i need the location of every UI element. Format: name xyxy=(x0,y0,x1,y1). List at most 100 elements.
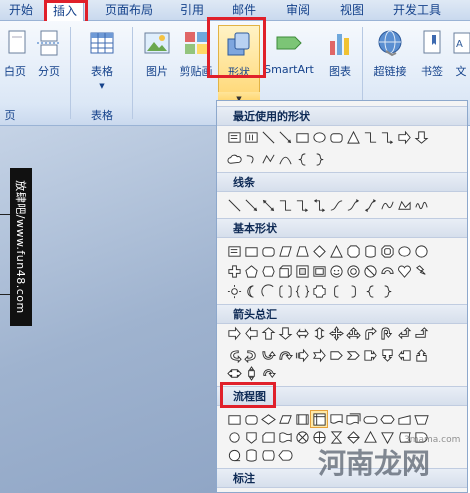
flowchart-process-shape[interactable] xyxy=(226,411,242,427)
curved-right-arrow-shape[interactable] xyxy=(226,347,242,363)
diamond-shape[interactable] xyxy=(311,243,327,259)
curved-connector-shape[interactable] xyxy=(328,197,344,213)
oval-shape[interactable] xyxy=(311,129,327,145)
curved-arrow-shape[interactable] xyxy=(243,151,259,167)
left-arrow-shape[interactable] xyxy=(243,325,259,341)
table-button[interactable]: 表格 ▼ xyxy=(84,29,120,90)
bookmark-button[interactable]: 书签 xyxy=(414,29,450,79)
right-arrow-callout-shape[interactable] xyxy=(362,347,378,363)
u-turn-arrow-shape[interactable] xyxy=(379,325,395,341)
tab-mailings[interactable]: 邮件 xyxy=(226,0,262,20)
lightning-bolt-shape[interactable] xyxy=(413,263,429,279)
flowchart-terminator-shape[interactable] xyxy=(362,411,378,427)
donut-shape[interactable] xyxy=(345,263,361,279)
right-brace-shape[interactable] xyxy=(311,151,327,167)
text-box-shape[interactable] xyxy=(226,129,242,145)
flowchart-sequential-access-storage-shape[interactable] xyxy=(226,447,242,463)
flowchart-magnetic-disk-shape[interactable] xyxy=(243,447,259,463)
arc-shape[interactable] xyxy=(260,283,276,299)
scribble-shape[interactable] xyxy=(413,197,429,213)
down-arrow-callout-shape[interactable] xyxy=(379,347,395,363)
smiley-face-shape[interactable] xyxy=(328,263,344,279)
flowchart-decision-shape[interactable] xyxy=(260,411,276,427)
flowchart-summing-junction-shape[interactable] xyxy=(294,429,310,445)
right-bracket-shape[interactable] xyxy=(345,283,361,299)
tab-page-layout[interactable]: 页面布局 xyxy=(100,0,158,20)
curved-down-arrow-shape[interactable] xyxy=(277,347,293,363)
tab-references[interactable]: 引用 xyxy=(174,0,210,20)
sun-shape[interactable] xyxy=(226,283,242,299)
picture-button[interactable]: 图片 xyxy=(140,29,174,79)
flowchart-document-shape[interactable] xyxy=(328,411,344,427)
right-arrow-shape[interactable] xyxy=(226,325,242,341)
elbow-arrow-connector-shape[interactable] xyxy=(379,129,395,145)
left-arrow-callout-shape[interactable] xyxy=(396,347,412,363)
curved-up-arrow-shape[interactable] xyxy=(260,347,276,363)
arrow-line-shape[interactable] xyxy=(277,129,293,145)
quad-arrow-callout-shape[interactable] xyxy=(243,365,259,381)
tab-review[interactable]: 审阅 xyxy=(280,0,316,20)
left-brace-shape[interactable] xyxy=(294,151,310,167)
double-brace-shape[interactable] xyxy=(294,283,310,299)
bent-up-arrow-shape[interactable] xyxy=(413,325,429,341)
flowchart-punched-tape-shape[interactable] xyxy=(277,429,293,445)
circle-shape[interactable] xyxy=(413,243,429,259)
notched-right-arrow-shape[interactable] xyxy=(311,347,327,363)
circular-arrow-shape[interactable] xyxy=(260,365,276,381)
table-dropdown-arrow[interactable]: ▼ xyxy=(84,82,120,90)
flowchart-predefined-process-shape[interactable] xyxy=(294,411,310,427)
arrow-line-shape[interactable] xyxy=(243,197,259,213)
tab-developer[interactable]: 开发工具 xyxy=(386,0,448,20)
flowchart-direct-access-storage-shape[interactable] xyxy=(260,447,276,463)
shapes-button[interactable]: 形状 xyxy=(218,25,260,95)
left-bracket-shape[interactable] xyxy=(328,283,344,299)
striped-right-arrow-shape[interactable] xyxy=(294,347,310,363)
up-arrow-callout-shape[interactable] xyxy=(413,347,429,363)
frame-shape[interactable] xyxy=(311,263,327,279)
line-shape[interactable] xyxy=(226,197,242,213)
text-box-shape[interactable] xyxy=(226,243,242,259)
tab-insert[interactable]: 插入 xyxy=(46,0,84,22)
octagon-shape[interactable] xyxy=(345,243,361,259)
text-button[interactable]: A 文 xyxy=(452,29,470,79)
flowchart-alternate-process-shape[interactable] xyxy=(243,411,259,427)
left-brace-shape[interactable] xyxy=(362,283,378,299)
bent-arrow-shape[interactable] xyxy=(362,325,378,341)
up-down-arrow-shape[interactable] xyxy=(311,325,327,341)
right-brace-shape[interactable] xyxy=(379,283,395,299)
cloud-shape[interactable] xyxy=(226,151,242,167)
pentagon-arrow-shape[interactable] xyxy=(328,347,344,363)
vertical-text-box-shape[interactable] xyxy=(243,129,259,145)
quad-arrow-shape[interactable] xyxy=(328,325,344,341)
chart-button[interactable]: 图表 xyxy=(322,29,358,79)
freeform-shape[interactable] xyxy=(396,197,412,213)
rounded-rectangle-shape[interactable] xyxy=(260,243,276,259)
curved-arrow-connector-shape[interactable] xyxy=(345,197,361,213)
flowchart-multidocument-shape[interactable] xyxy=(345,411,361,427)
bevel-shape[interactable] xyxy=(294,263,310,279)
elbow-connector-shape[interactable] xyxy=(362,129,378,145)
blank-page-button[interactable]: 白页 xyxy=(0,29,30,79)
arc-shape[interactable] xyxy=(277,151,293,167)
left-right-arrow-shape[interactable] xyxy=(294,325,310,341)
plus-shape[interactable] xyxy=(226,263,242,279)
triangle-shape[interactable] xyxy=(328,243,344,259)
double-arrow-line-shape[interactable] xyxy=(260,197,276,213)
parallelogram-shape[interactable] xyxy=(277,243,293,259)
rectangle-shape[interactable] xyxy=(294,129,310,145)
hexagon-shape[interactable] xyxy=(260,263,276,279)
right-arrow-shape[interactable] xyxy=(396,129,412,145)
flowchart-preparation-shape[interactable] xyxy=(379,411,395,427)
block-arc-shape[interactable] xyxy=(379,263,395,279)
triangle-shape[interactable] xyxy=(345,129,361,145)
flowchart-offpage-connector-shape[interactable] xyxy=(243,429,259,445)
elbow-arrow-connector-shape[interactable] xyxy=(294,197,310,213)
curved-left-arrow-shape[interactable] xyxy=(243,347,259,363)
elbow-double-arrow-connector-shape[interactable] xyxy=(311,197,327,213)
hyperlink-button[interactable]: 超链接 xyxy=(368,29,412,79)
oval-shape[interactable] xyxy=(396,243,412,259)
elbow-connector-shape[interactable] xyxy=(277,197,293,213)
left-up-arrow-shape[interactable] xyxy=(396,325,412,341)
flowchart-card-shape[interactable] xyxy=(260,429,276,445)
moon-shape[interactable] xyxy=(243,283,259,299)
